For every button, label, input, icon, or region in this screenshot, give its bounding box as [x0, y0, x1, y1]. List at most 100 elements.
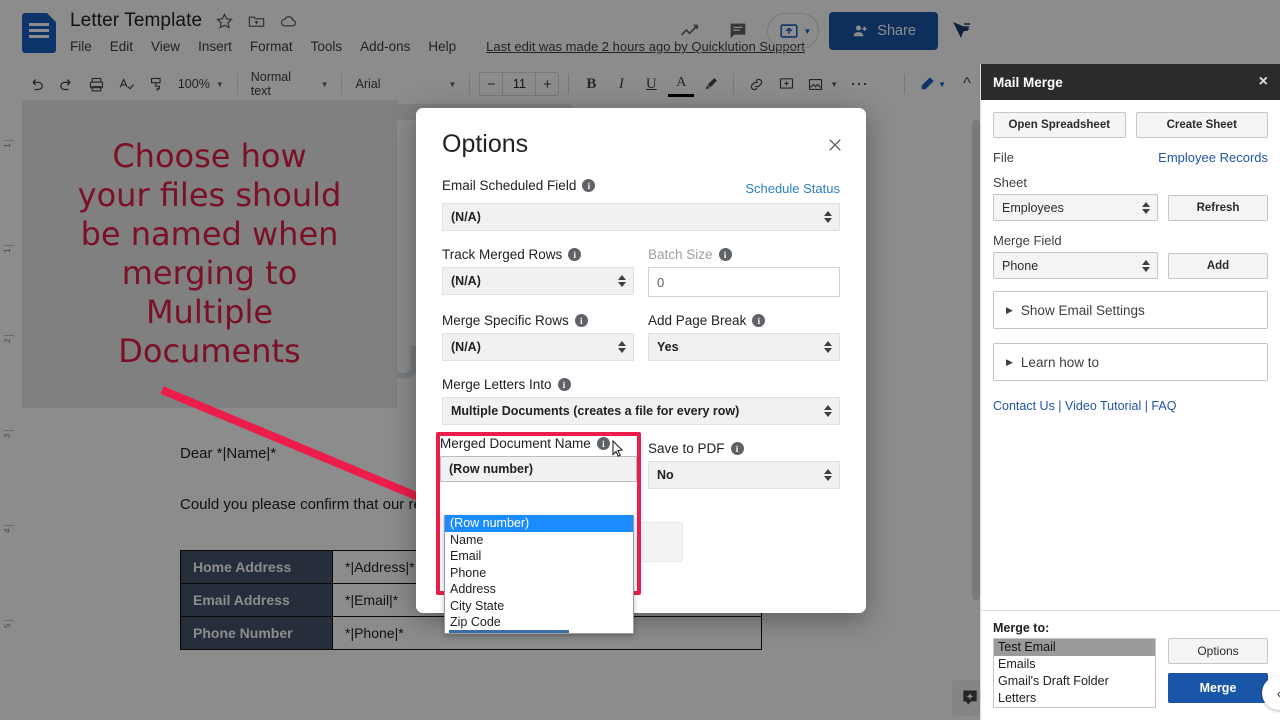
info-icon[interactable]: i	[574, 314, 588, 327]
chevron-updown-icon	[1142, 259, 1150, 272]
email-scheduled-field-select[interactable]: (N/A)	[442, 203, 840, 231]
merge-field-select[interactable]: Phone	[993, 252, 1158, 279]
merge-to-label: Merge to:	[993, 621, 1050, 635]
open-spreadsheet-button[interactable]: Open Spreadsheet	[993, 112, 1126, 138]
file-link[interactable]: Employee Records	[1158, 150, 1268, 165]
info-icon[interactable]: i	[730, 442, 744, 455]
sidebar-top-buttons: Open Spreadsheet Create Sheet	[993, 112, 1268, 138]
add-page-break-value: Yes	[657, 340, 679, 354]
sheet-value: Employees	[1002, 200, 1064, 215]
batch-size-input[interactable]: 0	[648, 267, 840, 297]
merged-document-name-dropdown-list[interactable]: (Row number) Name Email Phone Address Ci…	[444, 515, 634, 634]
email-scheduled-field-block: Email Scheduled Field i Schedule Status …	[442, 178, 840, 231]
info-icon[interactable]: i	[582, 179, 596, 192]
sidebar-header: Mail Merge ×	[981, 64, 1280, 100]
dropdown-option[interactable]: Address	[445, 581, 633, 598]
specific-rows-page-break-row: Merge Specific Rows i (N/A) Add Page Bre…	[442, 313, 840, 361]
batch-size-label: Batch Size i	[648, 247, 840, 262]
batch-size-block: Batch Size i 0	[648, 247, 840, 297]
info-icon[interactable]: i	[718, 248, 732, 261]
create-sheet-button[interactable]: Create Sheet	[1135, 112, 1268, 138]
track-merged-rows-block: Track Merged Rows i (N/A)	[442, 247, 634, 297]
list-item[interactable]: Letters	[994, 690, 1155, 707]
chevron-updown-icon	[824, 469, 832, 481]
learn-how-to-label: Learn how to	[1020, 354, 1099, 370]
track-merged-rows-label: Track Merged Rows i	[442, 247, 634, 262]
email-scheduled-field-label-row: Email Scheduled Field i Schedule Status	[442, 178, 840, 198]
label-text: Add Page Break	[648, 313, 747, 328]
dropdown-option[interactable]: City State	[445, 598, 633, 615]
dialog-title: Options	[442, 130, 529, 158]
merge-field-row: Phone Add	[993, 252, 1268, 279]
save-to-pdf-label: Save to PDF i	[648, 441, 840, 456]
email-scheduled-field-value: (N/A)	[451, 210, 481, 224]
merge-actions: Options Merge	[1168, 638, 1268, 703]
chevron-updown-icon	[824, 341, 832, 353]
merged-document-name-value: (Row number)	[449, 462, 534, 476]
info-icon[interactable]: i	[752, 314, 766, 327]
add-field-button[interactable]: Add	[1168, 252, 1268, 279]
file-label: File	[993, 150, 1014, 165]
merge-button[interactable]: Merge	[1168, 673, 1268, 703]
add-page-break-block: Add Page Break i Yes	[648, 313, 840, 361]
info-icon[interactable]: i	[557, 378, 571, 391]
chevron-updown-icon	[618, 275, 626, 287]
list-item[interactable]: Gmail's Draft Folder	[994, 673, 1155, 690]
save-to-pdf-block: Save to PDF i No	[648, 441, 840, 501]
mouse-cursor-icon	[611, 439, 625, 458]
close-icon[interactable]: ×	[1259, 73, 1268, 91]
options-button[interactable]: Options	[1168, 638, 1268, 664]
footer-links[interactable]: Contact Us | Video Tutorial | FAQ	[993, 395, 1268, 413]
track-merged-rows-value: (N/A)	[451, 274, 481, 288]
merged-document-name-block: Merged Document Name i (Row number) (Row…	[440, 436, 637, 634]
merged-document-name-select[interactable]: (Row number)	[440, 456, 637, 482]
merge-specific-rows-block: Merge Specific Rows i (N/A)	[442, 313, 634, 361]
chevron-right-icon: ▶	[1006, 304, 1013, 315]
label-text: Batch Size	[648, 247, 713, 262]
chevron-updown-icon	[824, 405, 832, 417]
refresh-button[interactable]: Refresh	[1168, 194, 1268, 221]
dropdown-scrollbar[interactable]	[449, 629, 569, 633]
info-icon[interactable]: i	[596, 437, 610, 450]
schedule-status-link[interactable]: Schedule Status	[745, 181, 840, 196]
dropdown-option[interactable]: Email	[445, 548, 633, 565]
label-text: Merged Document Name	[440, 436, 591, 451]
show-email-settings-accordion[interactable]: ▶ Show Email Settings	[993, 291, 1268, 329]
dropdown-option[interactable]: Phone	[445, 565, 633, 582]
merge-specific-rows-value: (N/A)	[451, 340, 481, 354]
add-page-break-select[interactable]: Yes	[648, 333, 840, 361]
track-merged-rows-select[interactable]: (N/A)	[442, 267, 634, 295]
close-icon[interactable]	[826, 136, 844, 154]
info-icon[interactable]: i	[568, 248, 582, 261]
learn-how-to-accordion[interactable]: ▶ Learn how to	[993, 343, 1268, 381]
merge-letters-into-value: Multiple Documents (creates a file for e…	[451, 404, 740, 418]
options-dialog: Options Email Scheduled Field i Schedule…	[416, 108, 866, 634]
merge-field-label: Merge Field	[993, 233, 1062, 248]
sheet-label: Sheet	[993, 175, 1027, 190]
chevron-right-icon: ▶	[1006, 356, 1013, 367]
save-to-pdf-select[interactable]: No	[648, 461, 840, 489]
merge-specific-rows-label: Merge Specific Rows i	[442, 313, 634, 328]
mail-merge-sidebar: Mail Merge × Open Spreadsheet Create She…	[980, 64, 1280, 720]
dropdown-option[interactable]: (Row number)	[445, 515, 633, 532]
chevron-updown-icon	[1142, 201, 1150, 214]
label-text: Email Scheduled Field	[442, 178, 577, 193]
label-text: Save to PDF	[648, 441, 725, 456]
merge-to-listbox[interactable]: Test Email Emails Gmail's Draft Folder L…	[993, 638, 1156, 708]
chevron-updown-icon	[824, 211, 832, 223]
dialog-hidden-button[interactable]	[638, 522, 683, 562]
sidebar-footer: Merge to: Test Email Emails Gmail's Draf…	[981, 610, 1280, 720]
merge-to-row: Test Email Emails Gmail's Draft Folder L…	[993, 638, 1268, 708]
merged-document-name-label: Merged Document Name i	[440, 436, 637, 451]
merge-specific-rows-select[interactable]: (N/A)	[442, 333, 634, 361]
list-item[interactable]: Test Email	[994, 639, 1155, 656]
dropdown-option[interactable]: Zip Code	[445, 614, 633, 631]
save-to-pdf-value: No	[657, 468, 674, 482]
merge-field-value: Phone	[1002, 258, 1039, 273]
sidebar-title: Mail Merge	[993, 74, 1063, 90]
sidebar-body: Open Spreadsheet Create Sheet File Emplo…	[981, 100, 1280, 413]
list-item[interactable]: Emails	[994, 656, 1155, 673]
sheet-select[interactable]: Employees	[993, 194, 1158, 221]
dropdown-option[interactable]: Name	[445, 532, 633, 549]
merge-letters-into-select[interactable]: Multiple Documents (creates a file for e…	[442, 397, 840, 425]
